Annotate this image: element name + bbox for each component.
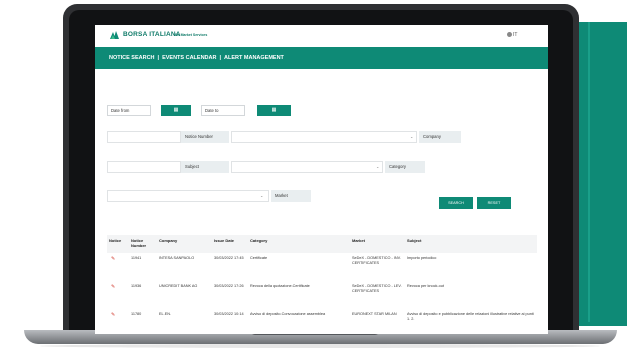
brand-tagline: Bit Market Services: [175, 33, 208, 37]
cell-company: INTESA SANPAOLO: [159, 256, 195, 260]
brand-name[interactable]: BORSA ITALIANA: [123, 31, 181, 38]
pdf-icon[interactable]: ✎: [111, 284, 115, 290]
reset-button[interactable]: RESET: [477, 197, 511, 209]
top-bar: BORSA ITALIANA Bit Market Services IT: [95, 25, 548, 47]
teal-background-panel: [575, 22, 627, 326]
market-label: Market: [271, 190, 311, 202]
cell-market: EURONEXT STAR MILAN: [352, 312, 397, 316]
col-subject[interactable]: Subject: [407, 238, 421, 243]
pdf-icon[interactable]: ✎: [111, 256, 115, 262]
cell-category: Revoca della quotazione.Certificate: [250, 284, 310, 288]
date-from-calendar-icon[interactable]: ▦: [161, 105, 191, 116]
cell-subject: Importo periodico: [407, 256, 437, 260]
col-company[interactable]: Company: [159, 238, 177, 243]
cell-company: UNICREDIT BANK AG: [159, 284, 198, 288]
cell-issue-date: 30/03/2022 10:14: [214, 312, 244, 316]
subject-input[interactable]: [107, 161, 181, 173]
market-select[interactable]: [107, 190, 269, 202]
company-label: Company: [419, 131, 461, 143]
pdf-icon[interactable]: ✎: [111, 312, 115, 318]
laptop-screen: BORSA ITALIANA Bit Market Services IT NO…: [95, 25, 548, 334]
category-label: Category: [385, 161, 425, 173]
cell-market: SeDeX - DOMESTICO - LEV. CERTIFICATES: [352, 284, 402, 293]
main-nav: NOTICE SEARCH | EVENTS CALENDAR | ALERT MANA…: [95, 47, 548, 69]
chevron-down-icon: ⌄: [410, 134, 414, 139]
table-row[interactable]: ✎ 11941 INTESA SANPAOLO 30/03/2022 17:45…: [107, 255, 537, 281]
nav-separator: |: [157, 55, 160, 61]
cell-subject: Avviso di deposito e pubblicazione delle…: [407, 312, 534, 321]
cell-issue-date: 30/03/2022 17:26: [214, 284, 244, 288]
col-category[interactable]: Category: [250, 238, 267, 243]
date-to-calendar-icon[interactable]: ▦: [257, 105, 291, 116]
cell-issue-date: 30/03/2022 17:45: [214, 256, 244, 260]
nav-items: NOTICE SEARCH | EVENTS CALENDAR | ALERT MANA…: [109, 55, 284, 61]
cell-market: SeDeX - DOMESTICO - INV. CERTIFICATES: [352, 256, 401, 265]
teal-background-stripe: [588, 22, 590, 322]
nav-notice-search[interactable]: NOTICE SEARCH: [109, 55, 155, 61]
globe-icon: [507, 32, 512, 38]
cell-company: EL.EN.: [159, 312, 172, 316]
cell-notice-number: 11936: [131, 284, 142, 288]
cell-category: Avviso di deposito.Convocazione assemble…: [250, 312, 326, 316]
chevron-down-icon: ⌄: [260, 193, 264, 198]
notice-number-input[interactable]: [107, 131, 181, 143]
cell-subject: Revoca per knock-out: [407, 284, 444, 288]
notice-number-label: Notice Number: [181, 131, 229, 143]
table-row[interactable]: ✎ 11780 EL.EN. 30/03/2022 10:14 Avviso d…: [107, 311, 537, 334]
cell-notice-number: 11941: [131, 256, 142, 260]
nav-events-calendar[interactable]: EVENTS CALENDAR: [162, 55, 216, 61]
subject-label: Subject: [181, 161, 229, 173]
nav-alert-management[interactable]: ALERT MANAGEMENT: [224, 55, 284, 61]
col-notice[interactable]: Notice: [109, 238, 121, 243]
table-header: Notice Notice Number Company Issue Date …: [107, 235, 537, 253]
col-market[interactable]: Market: [352, 238, 365, 243]
col-issue-date[interactable]: Issue Date: [214, 238, 234, 243]
search-button[interactable]: SEARCH: [439, 197, 473, 209]
cell-notice-number: 11780: [131, 312, 142, 316]
language-selector[interactable]: IT: [507, 32, 517, 38]
date-to-field[interactable]: Date to: [201, 105, 245, 116]
date-from-field[interactable]: Date from: [107, 105, 151, 116]
chevron-down-icon: ⌄: [376, 164, 380, 169]
table-row[interactable]: ✎ 11936 UNICREDIT BANK AG 30/03/2022 17:…: [107, 283, 537, 309]
cell-category: Certificate: [250, 256, 268, 260]
category-select[interactable]: [231, 161, 383, 173]
laptop-shadow: [40, 344, 600, 348]
nav-separator: |: [219, 55, 222, 61]
language-label: IT: [513, 32, 518, 38]
col-notice-number[interactable]: Notice Number: [131, 238, 153, 248]
borsa-logo-icon: [110, 31, 119, 39]
company-select[interactable]: [231, 131, 417, 143]
